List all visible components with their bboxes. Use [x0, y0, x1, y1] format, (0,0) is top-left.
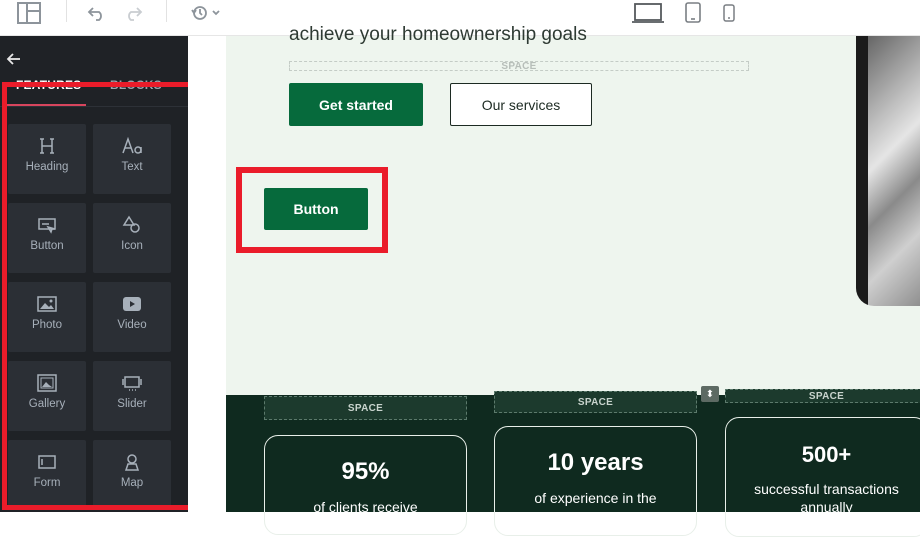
stat-value: 95%: [341, 458, 390, 485]
feature-tile-label: Map: [120, 477, 144, 489]
get-started-button[interactable]: Get started: [289, 83, 423, 126]
active-tab-indicator: [7, 104, 86, 106]
desktop-icon[interactable]: [631, 2, 665, 29]
undo-icon[interactable]: [84, 0, 110, 26]
stats-section: ⬍ SPACE SPACE SPACE 95% of clients recei…: [226, 386, 920, 537]
feature-tile-label: Icon: [121, 240, 143, 252]
text-icon: [121, 135, 143, 157]
feature-tile-icon[interactable]: Icon: [93, 203, 171, 273]
space-block[interactable]: SPACE: [494, 391, 697, 413]
button-icon: [36, 214, 58, 236]
feature-tile-label: Form: [33, 477, 61, 489]
arrow-left-icon[interactable]: [6, 51, 22, 67]
stat-value: 500+: [801, 442, 852, 467]
heading-icon: [36, 135, 58, 157]
gallery-icon: [36, 372, 58, 394]
section-move-handle[interactable]: ⬍: [701, 386, 719, 402]
feature-tile-label: Text: [121, 161, 143, 173]
new-button-element[interactable]: Button: [264, 188, 368, 230]
shapes-icon: [121, 214, 143, 236]
mobile-icon[interactable]: [722, 4, 736, 27]
stat-card: 500+ successful transactions annually: [725, 417, 920, 537]
stat-value: 10 years: [547, 449, 644, 476]
feature-tile-button[interactable]: Button: [8, 203, 86, 273]
feature-tile-map[interactable]: Map: [93, 440, 171, 510]
toolbar-separator: [166, 0, 167, 22]
hero-section: achieve your homeownership goals SPACE G…: [226, 24, 920, 395]
form-icon: [36, 451, 58, 473]
feature-tile-label: Photo: [31, 319, 63, 331]
stat-description: of experience in the: [534, 490, 657, 506]
space-block[interactable]: SPACE: [264, 396, 467, 420]
space-block[interactable]: SPACE: [725, 389, 920, 403]
feature-tile-heading[interactable]: Heading: [8, 124, 86, 194]
slider-icon: [121, 372, 143, 394]
feature-tile-form[interactable]: Form: [8, 440, 86, 510]
feature-tile-label: Heading: [25, 161, 69, 173]
feature-tile-gallery[interactable]: Gallery: [8, 361, 86, 431]
feature-tile-label: Slider: [117, 398, 147, 410]
space-block[interactable]: SPACE: [289, 61, 749, 72]
our-services-button[interactable]: Our services: [450, 83, 592, 126]
layout-icon[interactable]: [14, 0, 44, 26]
features-sidebar: FEATURES BLOCKS Heading Text Button Icon…: [0, 36, 188, 512]
photo-icon: [36, 293, 58, 315]
feature-tile-label: Video: [117, 319, 147, 331]
hero-subtitle: achieve your homeownership goals: [289, 24, 587, 45]
tab-blocks[interactable]: BLOCKS: [110, 78, 162, 92]
feature-tile-text[interactable]: Text: [93, 124, 171, 194]
stat-description: of clients receive: [313, 499, 418, 515]
toolbar-separator: [66, 0, 67, 22]
editor-canvas: achieve your homeownership goals SPACE G…: [188, 24, 920, 537]
feature-tile-photo[interactable]: Photo: [8, 282, 86, 352]
feature-tile-slider[interactable]: Slider: [93, 361, 171, 431]
tab-divider: [0, 106, 188, 107]
tab-features[interactable]: FEATURES: [16, 78, 81, 92]
tablet-icon[interactable]: [684, 2, 702, 29]
history-icon[interactable]: [188, 0, 222, 26]
redo-icon[interactable]: [120, 0, 146, 26]
stat-card: 10 years of experience in the: [494, 426, 697, 536]
feature-tile-label: Gallery: [28, 398, 66, 410]
feature-tile-video[interactable]: Video: [93, 282, 171, 352]
hero-photo: [856, 36, 920, 306]
feature-tile-label: Button: [30, 240, 64, 252]
stat-description: successful transactions annually: [754, 481, 899, 515]
stat-card: 95% of clients receive: [264, 435, 467, 535]
video-icon: [121, 293, 143, 315]
map-pin-icon: [121, 451, 143, 473]
